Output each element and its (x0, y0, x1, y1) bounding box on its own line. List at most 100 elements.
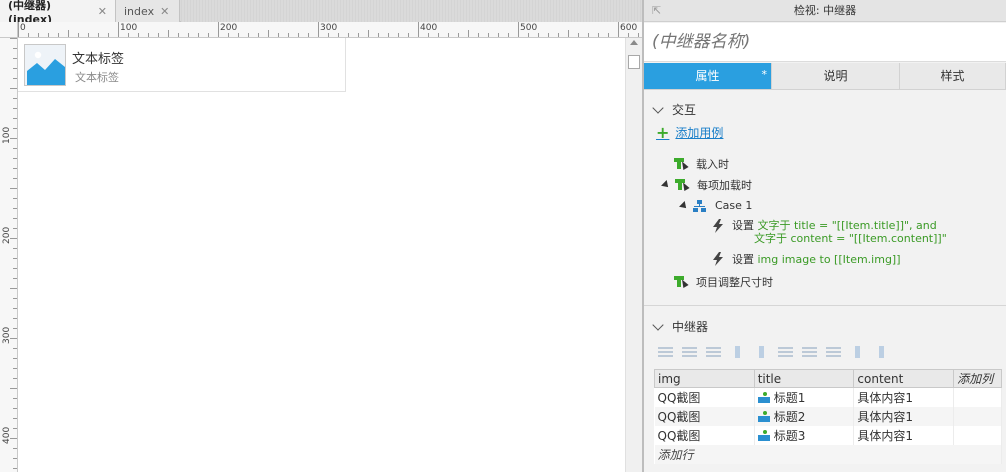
case-1[interactable]: Case 1 (679, 199, 752, 212)
scrollbar-thumb[interactable] (628, 55, 640, 69)
move-left-icon[interactable] (850, 346, 865, 358)
column-header-title[interactable]: title (753, 369, 855, 388)
cell-content[interactable]: 具体内容1 (853, 425, 955, 445)
ruler-label: 200 (220, 23, 238, 33)
expand-triangle-icon[interactable] (679, 200, 689, 211)
ruler-tick (13, 168, 17, 169)
action-set-image[interactable]: 设置 img image to [[Item.img]] (712, 252, 901, 266)
ruler-tick (10, 88, 17, 89)
ruler-tick (13, 318, 17, 319)
ruler-tick (13, 128, 17, 129)
ruler-tick (288, 33, 289, 37)
delete-row-icon[interactable] (706, 346, 721, 358)
ruler-tick (258, 33, 259, 37)
cell-title[interactable]: 标题1 (754, 387, 855, 407)
section-divider (644, 305, 1006, 306)
add-case-link[interactable]: + 添加用例 (656, 124, 723, 141)
insert-column-left-icon[interactable] (778, 346, 793, 358)
table-row: QQ截图 标题2 具体内容1 (654, 406, 1002, 426)
cell-title[interactable]: 标题3 (754, 425, 855, 445)
insert-column-right-icon[interactable] (802, 346, 817, 358)
add-column-button[interactable]: 添加列 (953, 369, 1002, 388)
ruler-tick (13, 298, 17, 299)
tab-repeater-index[interactable]: (中继器) (index) ✕ (0, 0, 116, 26)
ruler-tick (13, 208, 17, 209)
tab-index[interactable]: index ✕ (116, 0, 180, 22)
scroll-up-arrow-icon[interactable] (630, 40, 638, 45)
ruler-tick (538, 33, 539, 37)
ruler-label: 500 (520, 23, 538, 33)
add-row-button[interactable]: 添加行 (654, 444, 1002, 464)
tab-style[interactable]: 样式 (900, 63, 1006, 90)
column-header-content[interactable]: content (853, 369, 955, 388)
ruler-label: 600 (620, 23, 638, 33)
action-text: 设置 img image to [[Item.img]] (732, 253, 901, 266)
cell-img[interactable]: QQ截图 (654, 406, 755, 426)
insert-row-above-icon[interactable] (658, 346, 673, 358)
ruler-tick (228, 33, 229, 37)
ruler-tick (13, 428, 17, 429)
cell-title-text: 标题3 (773, 428, 806, 443)
app-root: (中继器) (index) ✕ index ✕ 0 100 200 300 400 500… (0, 0, 1006, 472)
ruler-tick (78, 33, 79, 37)
chevron-down-icon[interactable] (652, 101, 664, 114)
tab-properties[interactable]: 属性 * (644, 63, 772, 90)
close-icon[interactable]: ✕ (98, 5, 107, 18)
ruler-tick (518, 22, 519, 37)
delete-column-icon[interactable] (826, 346, 841, 358)
move-up-icon[interactable] (730, 346, 745, 358)
ruler-tick (148, 33, 149, 37)
event-on-load[interactable]: 载入时 (674, 156, 729, 172)
repeater-section-header[interactable]: 中继器 (652, 318, 708, 335)
ruler-tick (478, 33, 479, 37)
lightning-icon (713, 219, 723, 233)
ruler-tick (218, 22, 219, 37)
ruler-tick (13, 358, 17, 359)
action-detail-line1: 文字于 title = "[[Item.title]]", and (757, 219, 937, 232)
expand-triangle-icon[interactable] (661, 180, 671, 190)
design-canvas[interactable]: 文本标签 文本标签 (18, 38, 625, 472)
image-icon (757, 410, 770, 422)
ruler-tick (438, 33, 439, 37)
event-on-item-resize[interactable]: 项目调整尺寸时 (674, 274, 773, 290)
event-icon (674, 276, 689, 288)
ruler-tick (128, 33, 129, 37)
ruler-tick (408, 33, 409, 37)
image-placeholder-icon[interactable] (24, 44, 66, 86)
column-header-img[interactable]: img (654, 369, 755, 388)
cell-title[interactable]: 标题2 (754, 406, 855, 426)
widget-title-label[interactable]: 文本标签 (72, 48, 124, 67)
ruler-tick (208, 33, 209, 37)
action-set-text[interactable]: 设置 文字于 title = "[[Item.title]]", and 文字于… (712, 219, 947, 245)
cell-empty (953, 425, 1002, 445)
repeater-name-input[interactable] (644, 23, 1006, 62)
undock-icon[interactable]: ⇱ (652, 0, 661, 22)
close-icon[interactable]: ✕ (160, 5, 169, 18)
repeater-item-widget[interactable]: 文本标签 文本标签 (18, 38, 346, 92)
ruler-tick (18, 22, 19, 37)
vertical-ruler[interactable]: 100 200 300 400 (0, 38, 18, 472)
canvas-vertical-scrollbar[interactable] (625, 38, 642, 472)
widget-subtitle-label[interactable]: 文本标签 (75, 69, 119, 85)
ruler-tick (418, 22, 419, 37)
insert-row-below-icon[interactable] (682, 346, 697, 358)
horizontal-ruler[interactable]: 0 100 200 300 400 500 600 (18, 22, 642, 38)
interactions-section-header[interactable]: 交互 (652, 101, 696, 118)
ruler-tick (248, 33, 249, 37)
chevron-down-icon[interactable] (652, 318, 664, 331)
ruler-tick (468, 30, 469, 37)
cell-img[interactable]: QQ截图 (654, 387, 755, 407)
event-on-item-load[interactable]: 每项加载时 (661, 177, 752, 193)
move-right-icon[interactable] (874, 346, 889, 358)
ruler-tick (178, 33, 179, 37)
cell-img[interactable]: QQ截图 (654, 425, 755, 445)
event-label: 载入时 (696, 158, 729, 171)
move-down-icon[interactable] (754, 346, 769, 358)
ruler-tick (13, 278, 17, 279)
ruler-tick (108, 33, 109, 37)
cell-content[interactable]: 具体内容1 (853, 406, 955, 426)
cell-content[interactable]: 具体内容1 (853, 387, 955, 407)
tab-notes[interactable]: 说明 (772, 63, 900, 90)
tab-bar-empty-area (181, 0, 642, 22)
image-icon (757, 429, 770, 441)
